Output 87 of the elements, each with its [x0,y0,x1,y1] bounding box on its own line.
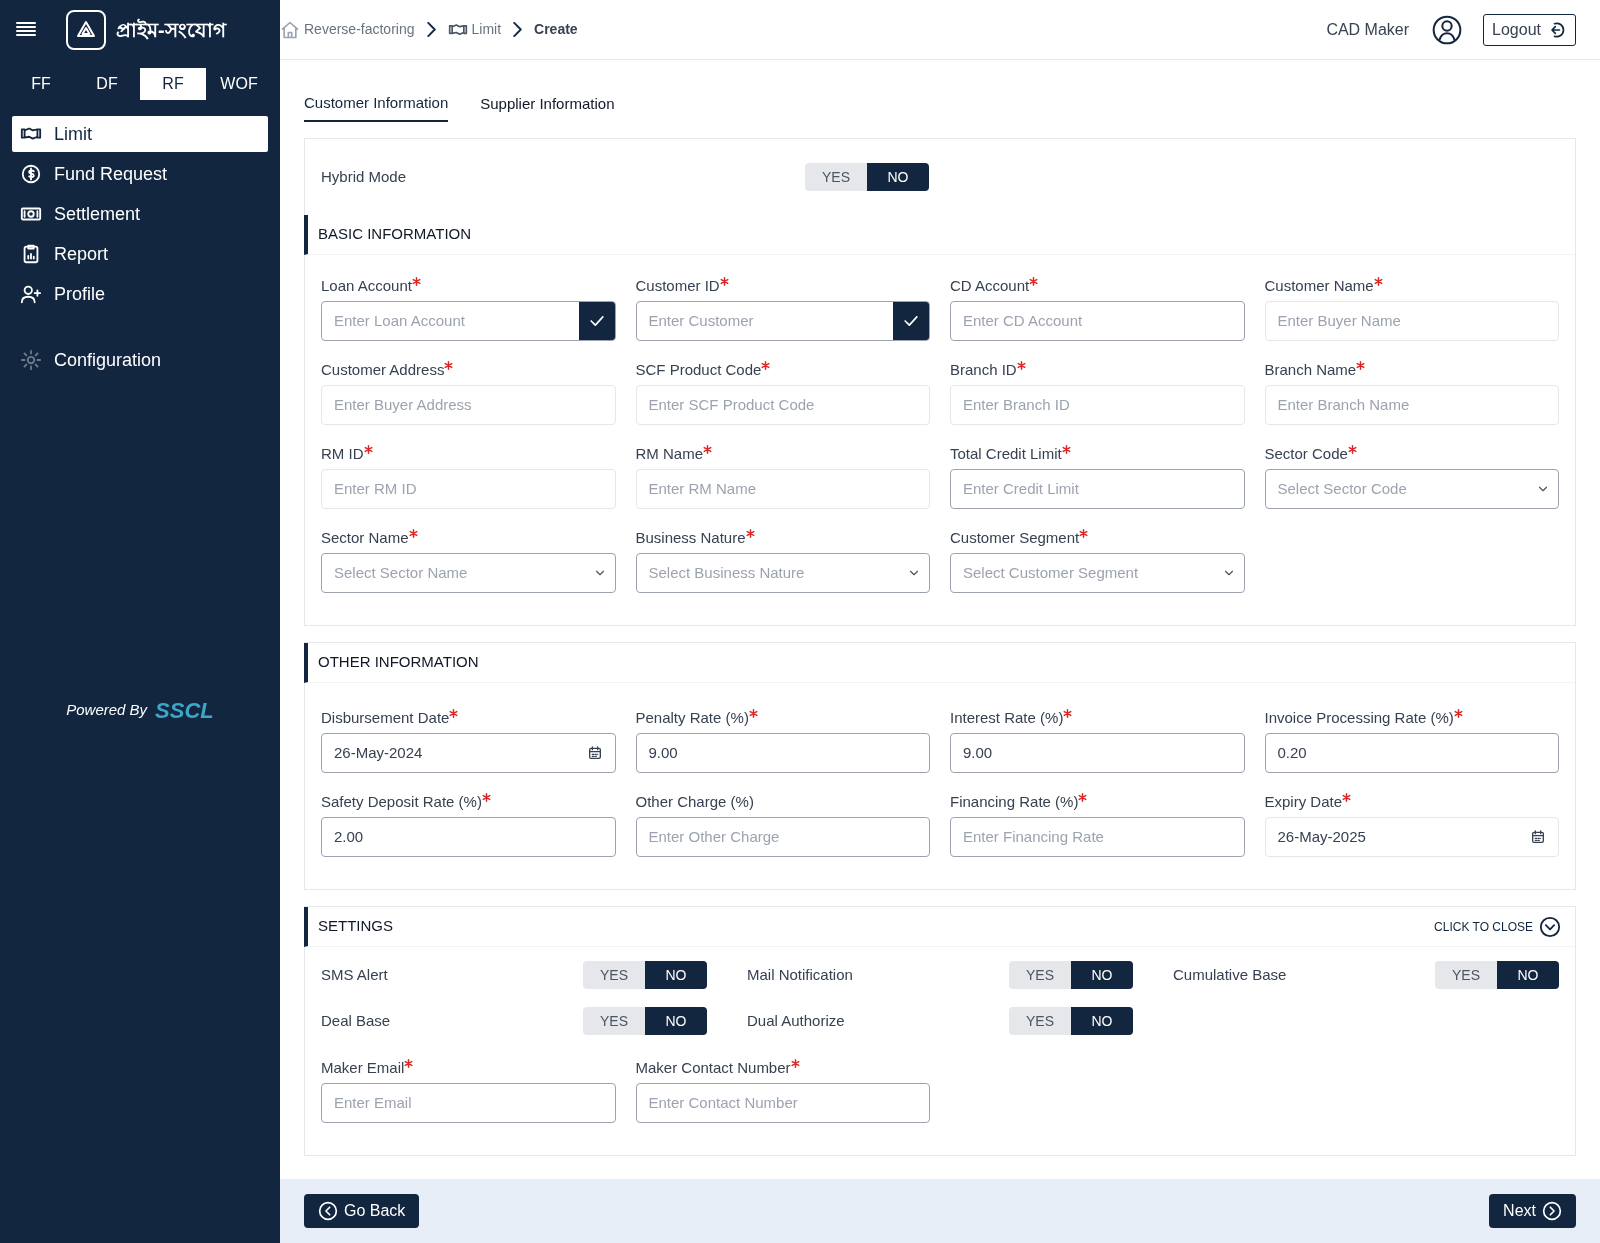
profile-button[interactable] [1431,13,1464,46]
field-label: Other Charge (%) [635,791,755,812]
breadcrumb-link[interactable]: Limit [447,19,502,40]
powered-by-label: Powered By [66,700,148,721]
field-label: Maker Email [321,1057,616,1079]
user-name: CAD Maker [1326,19,1410,40]
field-label: Sector Name [321,527,616,549]
input-field[interactable]: 9.00 [950,733,1245,773]
field-label: Hybrid Mode [321,166,408,187]
field-label: Customer Segment [950,527,1245,549]
field-label: Invoice Processing Rate (%) [1264,707,1559,729]
field-label: Sector Code [1264,443,1559,465]
field-label: Maker Contact Number [635,1057,930,1079]
chevron-circle-right-icon [1542,1201,1562,1221]
nav-item[interactable]: Profile [12,276,268,312]
field-label: Mail Notification [747,964,853,985]
user-icon [1431,13,1464,46]
collapse-button[interactable]: CLICK TO CLOSE [1434,915,1561,938]
breadcrumb-link[interactable]: Reverse-factoring [280,19,415,40]
field-label: Interest Rate (%) [950,707,1245,729]
chevron-right-icon [426,22,436,37]
nav-item[interactable]: Configuration [12,342,268,378]
toggle-option[interactable]: YES [1009,1007,1071,1035]
field-label: Total Credit Limit [950,443,1245,465]
toggle-option[interactable]: NO [1497,961,1559,989]
field-label: Loan Account [321,275,616,297]
field-label: Customer ID [635,275,930,297]
input-field[interactable]: 0.20 [1264,733,1559,773]
field-label: SMS Alert [321,964,388,985]
toggle-option[interactable]: YES [1435,961,1497,989]
next-button[interactable]: Next [1489,1194,1576,1228]
chevron-right-icon [513,22,523,37]
toggle-option[interactable]: YES [1009,961,1071,989]
section-title: OTHER INFORMATION [318,652,480,673]
dollar-coin-icon [20,163,42,185]
field-label: Financing Rate (%) [950,791,1245,813]
toggle-option[interactable]: YES [583,1007,645,1035]
date-field[interactable]: 26-May-2024 [321,733,616,773]
field-label: Customer Address [321,359,616,381]
input-field[interactable]: 9.00 [635,733,930,773]
toggle-option[interactable]: YES [805,163,867,191]
chevron-circle-left-icon [318,1201,338,1221]
nav-item[interactable]: Limit [12,116,268,152]
field-label: Cumulative Base [1173,964,1287,985]
field-label: RM Name [635,443,930,465]
program-tab[interactable]: DF [74,68,140,100]
program-tab[interactable]: WOF [206,68,272,100]
user-plus-icon [20,283,42,305]
date-field[interactable]: 26-May-2025 [1264,817,1559,857]
toggle-option[interactable]: NO [645,961,707,989]
brand-name: SSCL [155,697,214,725]
calendar-icon [1530,829,1546,845]
nav-item[interactable]: Fund Request [12,156,268,192]
logo-text: প্রাইম-সংযোগ [116,17,226,43]
field-label: SCF Product Code [635,359,930,381]
field-label: Branch Name [1264,359,1559,381]
section-title: SETTINGS [318,916,394,937]
form-tab[interactable]: Customer Information [304,90,449,122]
field-label: Deal Base [321,1010,391,1031]
field-label: Branch ID [950,359,1245,381]
field-label: RM ID [321,443,616,465]
form-tab[interactable]: Supplier Information [480,90,615,122]
program-tab[interactable]: FF [8,68,74,100]
breadcrumb-link[interactable]: Create [534,19,578,40]
toggle-option[interactable]: NO [645,1007,707,1035]
nav-item[interactable]: Report [12,236,268,272]
field-label: Expiry Date [1264,791,1559,813]
toggle-option[interactable]: NO [1071,1007,1133,1035]
nav-item[interactable]: Settlement [12,196,268,232]
calendar-icon [586,745,603,761]
field-label: Penalty Rate (%) [635,707,930,729]
input-field[interactable]: 2.00 [321,817,616,857]
field-label: CD Account [950,275,1245,297]
chevron-circle-down-icon [1539,915,1561,938]
toggle-option[interactable]: NO [867,163,929,191]
field-label: Disbursement Date [321,707,616,729]
section-title: BASIC INFORMATION [318,224,473,245]
toggle-option[interactable]: NO [1071,961,1133,989]
field-label: Customer Name [1264,275,1559,297]
logout-button[interactable]: Logout [1483,13,1576,46]
field-label: Business Nature [635,527,930,549]
toggle-option[interactable]: YES [583,961,645,989]
program-tab[interactable]: RF [140,68,206,100]
go-back-button[interactable]: Go Back [304,1194,420,1228]
field-label: Dual Authorize [747,1010,845,1031]
field-label: Safety Deposit Rate (%) [321,791,616,813]
home-icon [280,19,300,40]
